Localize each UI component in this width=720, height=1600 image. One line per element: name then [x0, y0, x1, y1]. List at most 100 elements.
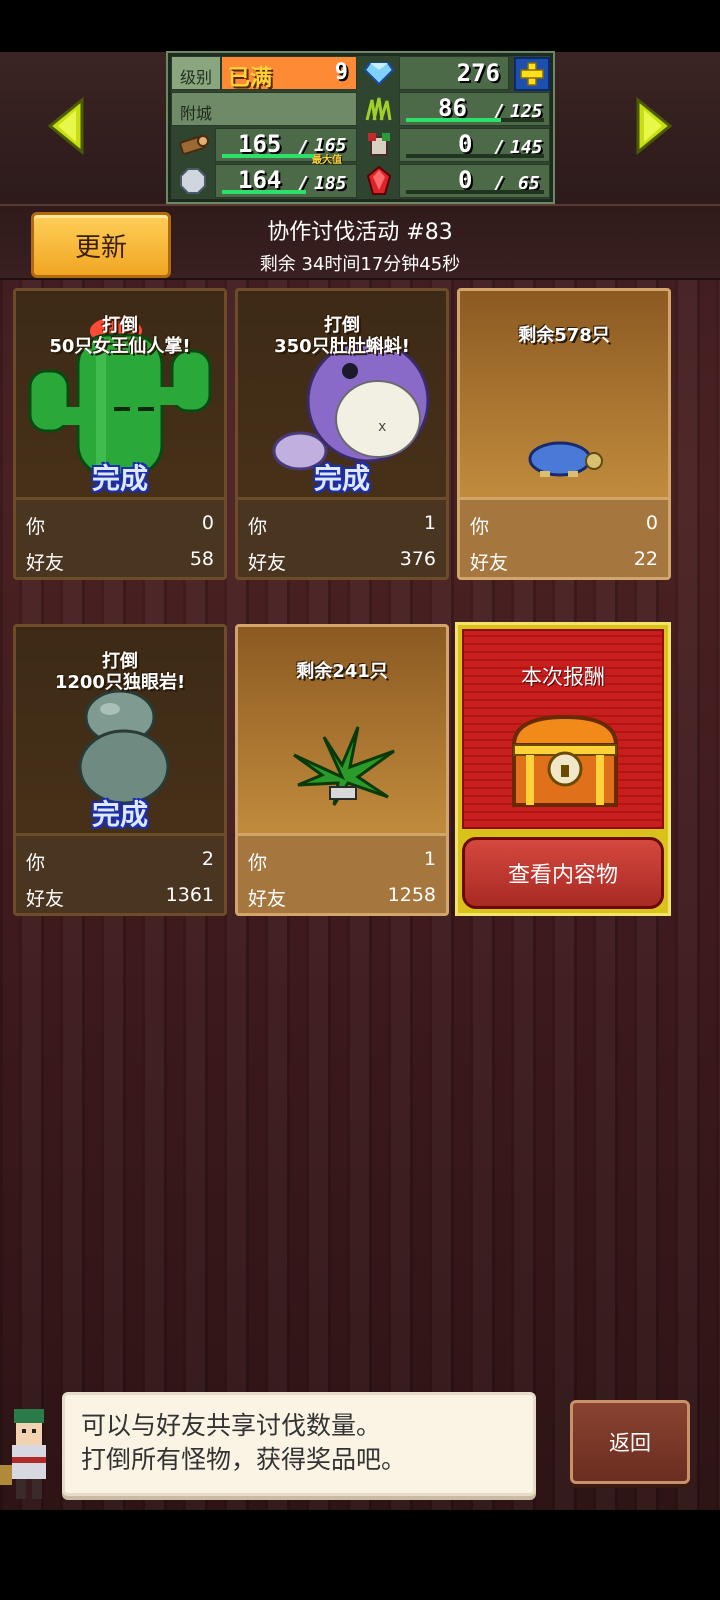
goal-line-1: 打倒 — [324, 315, 360, 336]
done-label: 完成 — [91, 462, 148, 495]
level-value: 9 — [334, 60, 348, 85]
card-stats: 你 1 好友 1258 — [238, 833, 446, 913]
goal-text: 打倒 1200只独眼岩! — [16, 651, 224, 693]
city-label: 附城 — [171, 92, 357, 126]
done-label: 完成 — [91, 798, 148, 831]
view-contents-button[interactable]: 查看内容物 — [462, 837, 664, 909]
event-title: 协作讨伐活动 #83 — [267, 220, 453, 245]
gem-count: 276 — [456, 59, 500, 87]
goal-line-1: 打倒 — [102, 315, 138, 336]
wood-row: 165 / 165 最大值 0 / 145 — [171, 128, 550, 166]
card-stats: 你 2 好友 1361 — [16, 833, 224, 913]
bottom-black-bar — [0, 1510, 720, 1600]
you-count: 0 — [645, 512, 658, 534]
arrow-left-icon[interactable] — [44, 96, 90, 156]
you-count: 1 — [423, 512, 436, 534]
update-button[interactable]: 更新 — [31, 212, 171, 278]
monster-card-turtle[interactable]: 剩余578只 你 0 好友 22 — [457, 288, 671, 580]
ruby-cell: 0 / 65 — [399, 164, 550, 198]
arrow-right-icon[interactable] — [630, 96, 676, 156]
dialog-line-2: 打倒所有怪物，获得奖品吧。 — [81, 1445, 407, 1474]
friends-count: 1361 — [165, 884, 214, 906]
monster-card-plant[interactable]: 剩余241只 你 1 好友 1258 — [235, 624, 449, 916]
svg-text:x: x — [378, 419, 386, 435]
diamond-icon — [361, 56, 397, 90]
you-label: 你 — [248, 852, 268, 874]
friends-count: 376 — [399, 548, 436, 570]
city-row: 附城 86 / 125 — [171, 92, 550, 128]
stone-bar-fill — [222, 190, 306, 194]
monster-bar-track — [406, 154, 544, 158]
level-max-text: 已满 — [228, 66, 273, 91]
plant-monster-icon — [238, 627, 446, 833]
reward-panel: 本次报酬 — [462, 629, 664, 829]
goal-line-1: 剩余241只 — [296, 661, 388, 682]
friends-row: 好友 1258 — [248, 880, 436, 910]
friends-row: 好友 376 — [248, 544, 436, 574]
reward-card: 本次报酬 查看内容物 — [455, 622, 671, 916]
card-stats: 你 0 好友 58 — [16, 497, 224, 577]
friends-row: 好友 58 — [26, 544, 214, 574]
gem-count-cell: 276 — [399, 56, 509, 90]
level-bar: 已满 9 — [221, 56, 357, 91]
you-label: 你 — [26, 852, 46, 874]
level-row: 级别 已满 9 276 — [171, 56, 550, 92]
goal-text: 剩余241只 — [238, 661, 446, 682]
goal-line-2: 350只肚肚蝌蚪! — [274, 336, 410, 357]
friends-label: 好友 — [248, 552, 287, 574]
plus-icon[interactable] — [514, 57, 550, 91]
card-stats: 你 0 好友 22 — [460, 497, 668, 577]
grass-cell: 86 / 125 — [399, 92, 550, 126]
goal-line-2: 50只女王仙人掌! — [49, 336, 191, 357]
goal-text: 剩余578只 — [460, 325, 668, 346]
you-count: 2 — [201, 848, 214, 870]
done-label: 完成 — [313, 462, 370, 495]
dialog-line-1: 可以与好友共享讨伐数量。 — [81, 1411, 382, 1440]
friends-count: 58 — [189, 548, 214, 570]
stone-max: 185 — [314, 173, 347, 194]
goal-line-2: 1200只独眼岩! — [54, 672, 186, 693]
wood-log-icon — [175, 128, 211, 162]
npc-character-icon — [0, 1395, 60, 1505]
level-label: 级别 — [171, 56, 221, 90]
treasure-chest-icon — [508, 711, 622, 811]
goal-text: 打倒 350只肚肚蝌蚪! — [238, 315, 446, 357]
grass-icon — [361, 92, 397, 126]
friends-label: 好友 — [248, 888, 287, 910]
you-count: 1 — [423, 848, 436, 870]
dialog-bubble: 可以与好友共享讨伐数量。 打倒所有怪物，获得奖品吧。 — [62, 1392, 536, 1496]
goal-text: 打倒 50只女王仙人掌! — [16, 315, 224, 357]
you-row: 你 0 — [26, 508, 214, 538]
you-row: 你 2 — [26, 844, 214, 874]
friends-row: 好友 22 — [470, 544, 658, 574]
friends-label: 好友 — [26, 888, 65, 910]
stone-icon — [175, 164, 211, 198]
goal-line-1: 剩余578只 — [518, 325, 610, 346]
ruby-icon — [361, 164, 397, 198]
friends-row: 好友 1361 — [26, 880, 214, 910]
event-remaining-time: 剩余 34时间17分钟45秒 — [259, 254, 461, 275]
monster-icon — [361, 128, 397, 162]
goal-line-1: 打倒 — [102, 651, 138, 672]
ruby-bar-track — [406, 190, 544, 194]
wood-bar-fill — [222, 154, 314, 158]
top-black-bar — [0, 0, 720, 52]
you-label: 你 — [248, 516, 268, 538]
you-label: 你 — [470, 516, 490, 538]
turtle-monster-icon — [460, 291, 668, 497]
back-button[interactable]: 返回 — [570, 1400, 690, 1484]
grass-bar-fill — [406, 118, 501, 122]
stone-cell: 164 / 185 — [215, 164, 357, 198]
card-stats: 你 1 好友 376 — [238, 497, 446, 577]
you-label: 你 — [26, 516, 46, 538]
reward-title: 本次报酬 — [521, 665, 605, 689]
monster-card-rock[interactable]: 打倒 1200只独眼岩! 完成 你 2 好友 1361 — [13, 624, 227, 916]
stone-row: 164 / 185 0 / 65 — [171, 164, 550, 200]
monster-card-cactus[interactable]: 打倒 50只女王仙人掌! 完成 你 0 好友 58 — [13, 288, 227, 580]
monster-cell: 0 / 145 — [399, 128, 550, 162]
you-row: 你 1 — [248, 844, 436, 874]
you-count: 0 — [201, 512, 214, 534]
wood-cell: 165 / 165 最大值 — [215, 128, 357, 166]
you-row: 你 1 — [248, 508, 436, 538]
monster-card-tadpole[interactable]: x 打倒 350只肚肚蝌蚪! 完成 你 1 好友 376 — [235, 288, 449, 580]
